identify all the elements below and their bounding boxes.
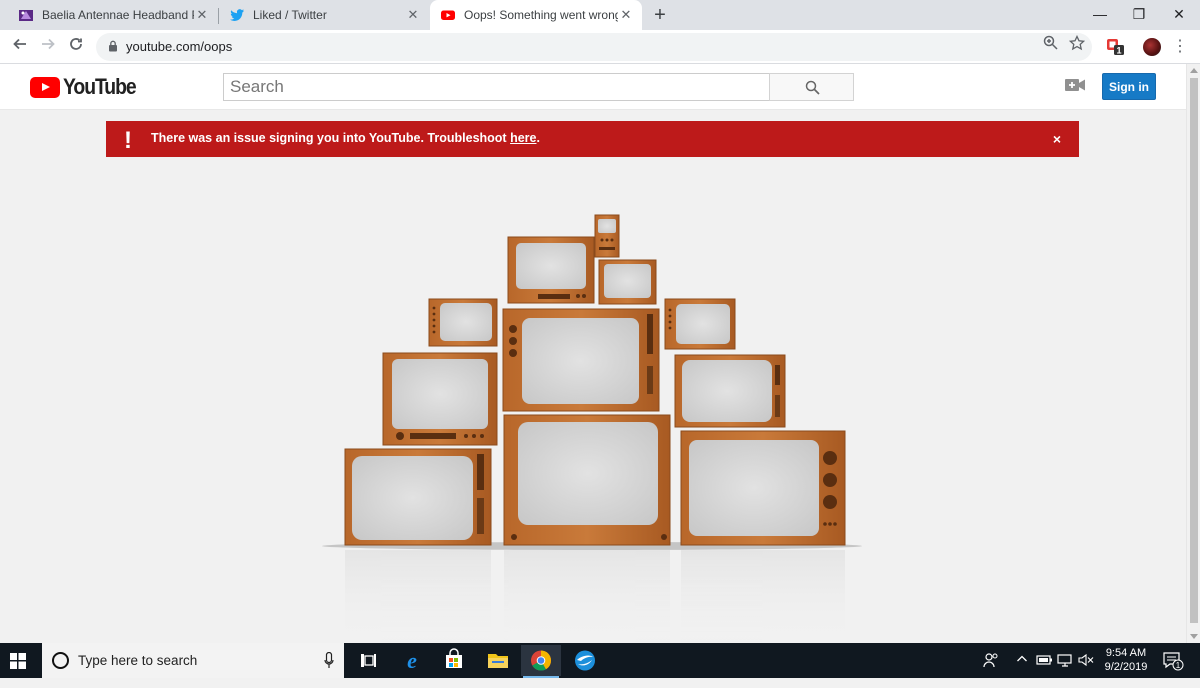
- edge-icon: e: [407, 648, 417, 673]
- broken-tv-stack-illustration: [322, 214, 862, 645]
- alert-message-text: There was an issue signing you into YouT…: [151, 131, 511, 145]
- clock-date: 9/2/2019: [1104, 661, 1148, 673]
- scroll-down-icon[interactable]: [1190, 634, 1198, 639]
- back-button[interactable]: [8, 35, 32, 59]
- network-icon[interactable]: [1056, 653, 1074, 688]
- tab-title: Oops! Something went wrong. -: [464, 8, 618, 22]
- page-scrollbar[interactable]: [1186, 64, 1200, 644]
- youtube-header: YouTube: [0, 64, 1186, 110]
- taskbar-search-box[interactable]: Type here to search: [42, 643, 344, 678]
- sign-in-error-alert: ! There was an issue signing you into Yo…: [106, 121, 1079, 157]
- app-icon: [575, 650, 595, 671]
- arrow-left-icon: [13, 38, 26, 50]
- browser-toolbar: youtube.com/oops 1 ⋮: [0, 30, 1200, 64]
- alert-close-button[interactable]: ×: [1053, 131, 1061, 147]
- search-icon: [805, 80, 820, 95]
- task-view-button[interactable]: [348, 645, 388, 676]
- scrollbar-thumb[interactable]: [1190, 78, 1198, 623]
- chrome-taskbar-button[interactable]: [521, 645, 561, 678]
- folder-icon: [488, 654, 508, 668]
- forward-button[interactable]: [36, 35, 60, 59]
- profile-avatar[interactable]: [1143, 38, 1161, 56]
- tv-top-right: [598, 259, 657, 305]
- store-bag-icon: [446, 648, 462, 668]
- browser-menu-icon[interactable]: ⋮: [1172, 37, 1188, 57]
- chrome-icon: [531, 650, 552, 671]
- svg-text:e: e: [407, 648, 417, 673]
- tv-bottom-right: [680, 430, 846, 546]
- clock-time: 9:54 AM: [1105, 647, 1147, 659]
- search-button[interactable]: [769, 73, 854, 101]
- tv-center-mid: [502, 308, 660, 412]
- tab-title: Liked / Twitter: [253, 8, 327, 22]
- tv-mid-right-small: [664, 298, 736, 350]
- notification-count: 1: [1176, 661, 1181, 670]
- tv-top-left: [507, 236, 595, 304]
- upload-video-icon[interactable]: [1065, 78, 1085, 92]
- task-view-icon: [361, 654, 376, 667]
- tab-close-icon[interactable]: ✕: [618, 7, 634, 23]
- address-bar[interactable]: youtube.com/oops: [96, 33, 1092, 61]
- youtube-play-icon: [30, 76, 60, 98]
- reload-button[interactable]: [64, 35, 88, 59]
- windows-start-icon[interactable]: [10, 653, 26, 669]
- arrow-right-icon: [42, 38, 55, 50]
- action-center-icon[interactable]: 1: [1162, 651, 1184, 686]
- url-text: youtube.com/oops: [126, 39, 233, 54]
- tab-close-icon[interactable]: ✕: [405, 7, 421, 23]
- close-window-button[interactable]: ✕: [1156, 0, 1200, 30]
- zoom-icon[interactable]: [1041, 35, 1059, 53]
- tv-right-mid: [674, 354, 786, 428]
- alert-message: There was an issue signing you into YouT…: [151, 131, 540, 145]
- edge-taskbar-button[interactable]: e: [392, 645, 432, 676]
- youtube-favicon-icon: [440, 7, 456, 23]
- lock-icon: [109, 40, 117, 52]
- scroll-up-icon[interactable]: [1190, 68, 1198, 73]
- tab-baelia[interactable]: Baelia Antennae Headband Previ ✕: [0, 0, 218, 30]
- tv-left-mid: [382, 352, 498, 446]
- microphone-icon[interactable]: [324, 652, 334, 669]
- tv-bottom-center: [503, 414, 671, 546]
- extension-badge: 1: [1116, 46, 1121, 56]
- tv-tiny-top: [594, 214, 620, 258]
- tv-mid-left-small: [428, 298, 498, 347]
- battery-icon[interactable]: [1036, 653, 1054, 688]
- taskbar-search-placeholder: Type here to search: [78, 653, 198, 668]
- tv-reflection: [345, 550, 845, 645]
- alert-exclamation-icon: !: [124, 127, 132, 154]
- twitter-bird-icon: [229, 7, 245, 23]
- volume-muted-icon[interactable]: [1077, 653, 1095, 688]
- tv-bottom-left: [344, 448, 492, 546]
- system-clock[interactable]: 9:54 AM 9/2/2019: [1100, 646, 1152, 674]
- sign-in-button[interactable]: Sign in: [1102, 73, 1156, 100]
- tray-chevron-up-icon[interactable]: [1016, 652, 1028, 687]
- troubleshoot-link[interactable]: here: [510, 131, 536, 145]
- reload-icon: [70, 38, 82, 50]
- new-tab-button[interactable]: +: [650, 4, 670, 26]
- extension-icon[interactable]: 1: [1106, 38, 1124, 56]
- alert-message-suffix: .: [536, 131, 540, 145]
- explorer-taskbar-button[interactable]: [478, 645, 518, 676]
- youtube-logo[interactable]: YouTube: [30, 74, 145, 99]
- store-taskbar-button[interactable]: [434, 645, 474, 676]
- tab-twitter[interactable]: Liked / Twitter ✕: [219, 0, 429, 30]
- tab-youtube-oops[interactable]: Oops! Something went wrong. - ✕: [430, 0, 642, 30]
- search-input[interactable]: [224, 74, 769, 100]
- youtube-logo-text: YouTube: [63, 74, 137, 99]
- bookmark-star-icon[interactable]: [1068, 34, 1086, 53]
- tab-close-icon[interactable]: ✕: [194, 7, 210, 23]
- site-favicon-icon: [18, 7, 34, 23]
- people-icon[interactable]: [982, 651, 1000, 686]
- windows-taskbar: Type here to search e 9:54 AM 9/2/2019 1: [0, 643, 1200, 678]
- cortana-icon: [52, 652, 69, 669]
- tab-title: Baelia Antennae Headband Previ: [42, 8, 194, 22]
- tab-strip: Baelia Antennae Headband Previ ✕ Liked /…: [0, 0, 1200, 30]
- search-box: [223, 73, 770, 101]
- app-taskbar-button[interactable]: [565, 645, 605, 676]
